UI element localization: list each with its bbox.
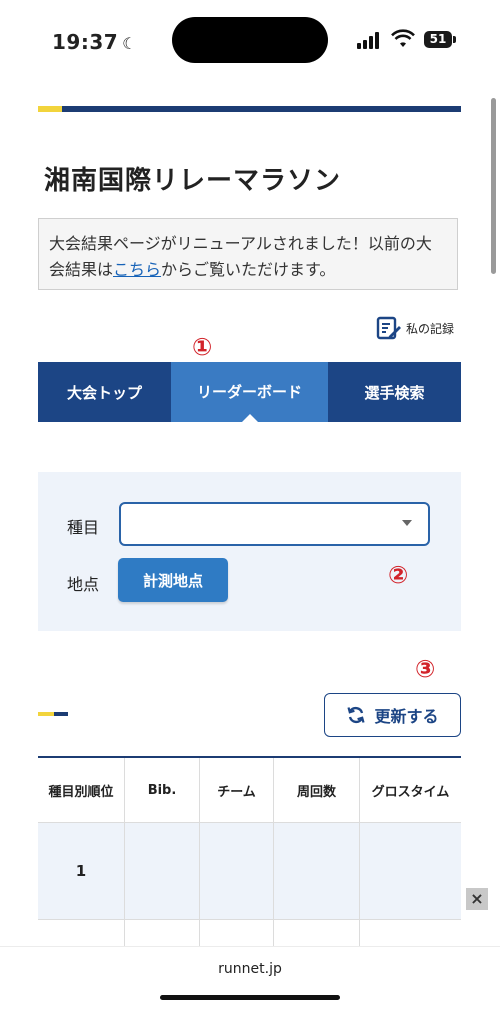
ad-close-button[interactable]: × xyxy=(466,888,488,910)
point-label: 地点 xyxy=(67,575,100,594)
annotation-marker-3: ③ xyxy=(415,655,436,683)
row-laps xyxy=(274,823,360,919)
header-line xyxy=(38,106,461,112)
tab-event-top[interactable]: 大会トップ xyxy=(38,362,171,422)
my-record-link[interactable]: 私の記録 xyxy=(376,313,454,343)
col-laps[interactable]: 周回数 xyxy=(274,758,360,822)
col-bib[interactable]: Bib. xyxy=(125,758,200,822)
browser-bottom-bar: runnet.jp xyxy=(0,946,500,1011)
tab-athlete-search[interactable]: 選手検索 xyxy=(328,362,461,422)
leaderboard-table: 種目別順位 Bib. チーム 周回数 グロスタイム 1 xyxy=(38,756,461,948)
table-header: 種目別順位 Bib. チーム 周回数 グロスタイム xyxy=(38,758,461,823)
notice-text-after: からご覧いただけます。 xyxy=(161,260,336,279)
row-rank: 1 xyxy=(38,823,125,919)
section-accent xyxy=(38,712,68,716)
notice-link[interactable]: こちら xyxy=(113,260,161,279)
annotation-marker-2: ② xyxy=(388,561,409,589)
table-row[interactable] xyxy=(38,920,461,948)
url-label[interactable]: runnet.jp xyxy=(0,961,500,977)
col-rank[interactable]: 種目別順位 xyxy=(38,758,125,822)
refresh-button[interactable]: 更新する xyxy=(324,693,461,737)
status-time: 19:37 ☾ xyxy=(52,30,138,54)
refresh-label: 更新する xyxy=(374,707,439,726)
col-team[interactable]: チーム xyxy=(200,758,274,822)
col-gross-time[interactable]: グロスタイム xyxy=(360,758,461,822)
row-bib xyxy=(125,823,200,919)
home-indicator[interactable] xyxy=(160,995,340,1000)
refresh-icon xyxy=(347,706,366,724)
row-bib xyxy=(125,920,200,948)
chevron-down-icon xyxy=(402,520,412,526)
event-select[interactable] xyxy=(119,502,430,546)
edit-note-icon xyxy=(376,316,401,340)
dynamic-island xyxy=(172,17,328,63)
row-team xyxy=(200,920,274,948)
wifi-icon xyxy=(391,29,415,47)
filter-panel: 種目 地点 計測地点 xyxy=(38,472,461,631)
tab-leaderboard[interactable]: リーダーボード xyxy=(171,362,328,423)
page-scrollbar[interactable] xyxy=(491,98,496,274)
tab-bar: 大会トップ リーダーボード 選手検索 xyxy=(38,362,461,423)
page-title: 湘南国際リレーマラソン xyxy=(44,166,342,196)
row-laps xyxy=(274,920,360,948)
battery-icon: 51 xyxy=(424,31,456,48)
header-line-accent xyxy=(38,106,62,112)
row-team xyxy=(200,823,274,919)
signal-icon xyxy=(357,31,383,49)
status-bar: 19:37 ☾ 51 xyxy=(0,0,500,85)
renewal-notice: 大会結果ページがリニューアルされました！以前の大会結果はこちらからご覧いただけま… xyxy=(38,218,458,290)
my-record-label: 私の記録 xyxy=(406,321,455,336)
row-rank xyxy=(38,920,125,948)
row-gross-time xyxy=(360,823,461,919)
moon-icon: ☾ xyxy=(122,34,138,53)
event-label: 種目 xyxy=(67,518,100,537)
measurement-point-button[interactable]: 計測地点 xyxy=(118,558,228,602)
table-row[interactable]: 1 xyxy=(38,823,461,920)
row-gross-time xyxy=(360,920,461,948)
annotation-marker-1: ① xyxy=(192,333,213,361)
